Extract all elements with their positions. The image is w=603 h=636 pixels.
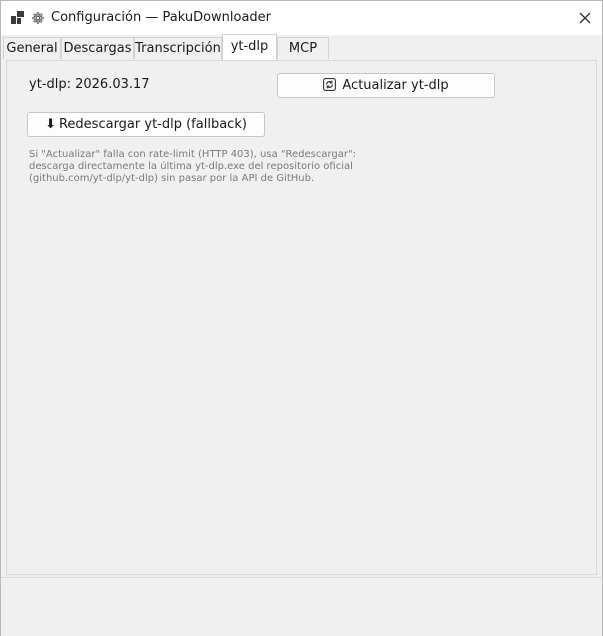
update-yt-dlp-label: Actualizar yt-dlp xyxy=(342,78,449,93)
tab-general[interactable]: General xyxy=(3,37,61,59)
fallback-hint-text: Si "Actualizar" falla con rate-limit (HT… xyxy=(29,149,389,185)
refresh-icon xyxy=(323,78,337,91)
tab-yt-dlp[interactable]: yt-dlp xyxy=(222,34,277,60)
close-icon[interactable] xyxy=(576,9,594,27)
window-title: Configuración — PakuDownloader xyxy=(51,10,272,25)
app-grid-icon xyxy=(11,11,24,24)
tab-bar: General Descargas Transcripción yt-dlp M… xyxy=(3,34,600,60)
tab-descargas[interactable]: Descargas xyxy=(61,37,134,59)
yt-dlp-panel: yt-dlp: 2026.03.17 Actualizar yt-dlp ⬇ Re… xyxy=(6,60,597,575)
tab-mcp[interactable]: MCP xyxy=(277,37,329,59)
update-yt-dlp-button[interactable]: Actualizar yt-dlp xyxy=(277,73,495,98)
title-bar[interactable]: Configuración — PakuDownloader xyxy=(1,1,602,35)
hint-line: (github.com/yt-dlp/yt-dlp) sin pasar por… xyxy=(29,173,315,184)
redownload-yt-dlp-button[interactable]: ⬇ Redescargar yt-dlp (fallback) xyxy=(27,112,265,137)
settings-window: Configuración — PakuDownloader General D… xyxy=(0,0,603,636)
gear-icon xyxy=(32,12,44,24)
dialog-footer xyxy=(1,577,602,636)
hint-line: descarga directamente la última yt-dlp.e… xyxy=(29,161,353,172)
yt-dlp-version-label: yt-dlp: 2026.03.17 xyxy=(29,77,150,92)
hint-line: Si "Actualizar" falla con rate-limit (HT… xyxy=(29,149,356,160)
redownload-yt-dlp-label: Redescargar yt-dlp (fallback) xyxy=(58,117,247,132)
download-arrow-icon: ⬇ xyxy=(45,117,56,132)
tab-transcripcion[interactable]: Transcripción xyxy=(134,37,222,59)
